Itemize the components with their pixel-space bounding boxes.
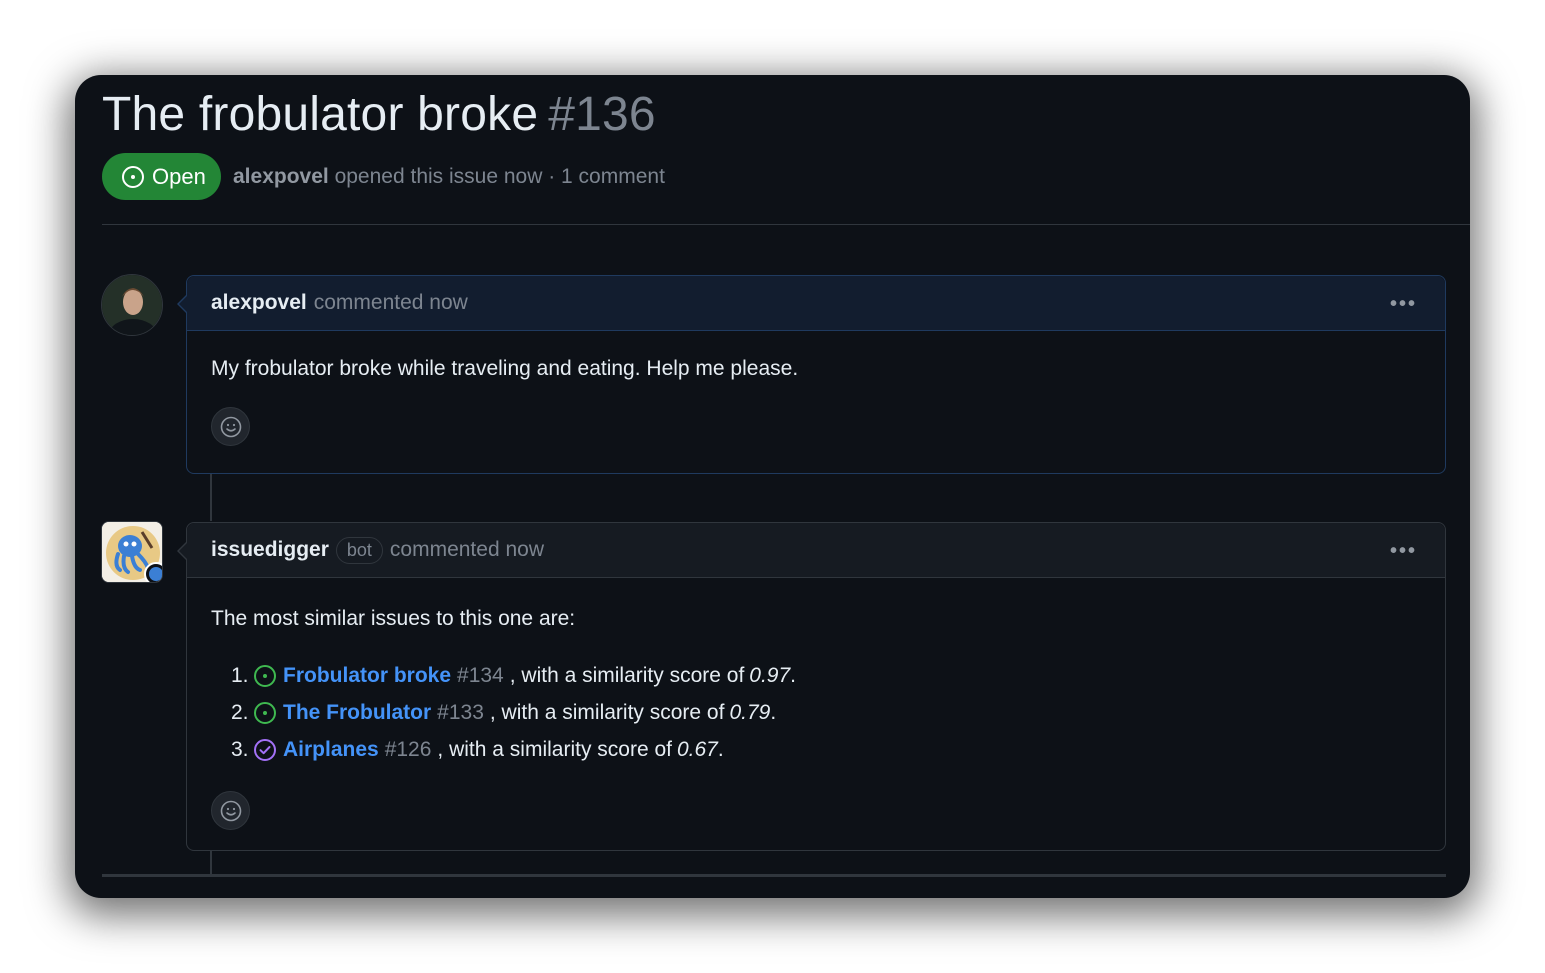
period: .: [770, 700, 777, 724]
list-item: 3. Airplanes #126 , with a similarity sc…: [231, 731, 1421, 768]
comment-author[interactable]: alexpovel: [211, 291, 307, 315]
comment-header: issuedigger bot commented now •••: [187, 523, 1445, 578]
issue-opened-icon: [254, 664, 276, 687]
similar-issue-ref[interactable]: #134: [457, 664, 504, 688]
similarity-text: , with a similarity score of: [509, 663, 745, 687]
timeline-connector: [210, 473, 212, 521]
similar-issue-link[interactable]: Airplanes: [283, 738, 379, 762]
issue-title-text: The frobulator broke: [102, 88, 539, 141]
comment-body: The most similar issues to this one are:…: [187, 578, 1445, 830]
kebab-horizontal-icon[interactable]: •••: [1390, 541, 1417, 561]
avatar-issuedigger[interactable]: [101, 521, 163, 583]
comment-body: My frobulator broke while traveling and …: [187, 331, 1445, 446]
kebab-horizontal-icon[interactable]: •••: [1390, 294, 1417, 314]
list-index: 1.: [231, 663, 249, 687]
timeline-connector: [210, 850, 212, 874]
similar-issues-list: 1. Frobulator broke #134 , with a simila…: [211, 657, 1421, 768]
issue-opened-icon: [254, 701, 276, 724]
list-item: 1. Frobulator broke #134 , with a simila…: [231, 657, 1421, 694]
user-avatar-image: [102, 275, 162, 335]
list-item: 2. The Frobulator #133 , with a similari…: [231, 694, 1421, 731]
comment-issuedigger: issuedigger bot commented now ••• The mo…: [177, 522, 1446, 851]
issue-meta: alexpovel opened this issue now · 1 comm…: [233, 165, 665, 189]
bot-avatar-image: [102, 522, 162, 582]
comment-text: My frobulator broke while traveling and …: [211, 357, 799, 380]
header-divider: [102, 224, 1470, 225]
issue-title: The frobulator broke #136: [102, 87, 656, 142]
similar-issue-ref[interactable]: #126: [385, 738, 432, 762]
add-reaction-button[interactable]: [211, 407, 250, 446]
comment-author[interactable]: issuedigger: [211, 538, 329, 562]
period: .: [717, 737, 724, 761]
comment-header: alexpovel commented now •••: [187, 276, 1445, 331]
list-index: 3.: [231, 737, 249, 761]
issue-state-badge: Open: [102, 153, 221, 200]
avatar-alexpovel[interactable]: [101, 274, 163, 336]
comment-timestamp[interactable]: commented now: [390, 538, 544, 562]
smiley-icon: [220, 416, 241, 437]
comment-text: The most similar issues to this one are:: [211, 607, 576, 630]
list-index: 2.: [231, 700, 249, 724]
issue-number: #136: [548, 88, 656, 141]
similarity-score: 0.97: [749, 663, 791, 687]
timeline-bottom-divider: [102, 874, 1446, 877]
similarity-score: 0.79: [729, 700, 771, 724]
issue-author-link[interactable]: alexpovel: [233, 165, 329, 188]
add-reaction-button[interactable]: [211, 791, 250, 830]
similarity-text: , with a similarity score of: [489, 700, 725, 724]
similar-issue-link[interactable]: The Frobulator: [283, 701, 431, 725]
issue-window: The frobulator broke #136 Open alexpovel …: [75, 75, 1470, 898]
comment-alexpovel: alexpovel commented now ••• My frobulato…: [177, 275, 1446, 474]
issue-closed-icon: [254, 738, 276, 761]
similarity-text: , with a similarity score of: [437, 737, 672, 761]
smiley-icon: [220, 800, 241, 821]
similar-issue-ref[interactable]: #133: [437, 701, 484, 725]
issue-meta-text: opened this issue now · 1 comment: [334, 165, 665, 188]
bot-badge: bot: [335, 536, 383, 564]
issue-state-label: Open: [152, 163, 206, 189]
similarity-score: 0.67: [676, 737, 718, 761]
comment-timestamp[interactable]: commented now: [314, 291, 468, 315]
issue-opened-icon: [122, 165, 144, 188]
period: .: [790, 663, 797, 687]
similar-issue-link[interactable]: Frobulator broke: [283, 664, 451, 688]
